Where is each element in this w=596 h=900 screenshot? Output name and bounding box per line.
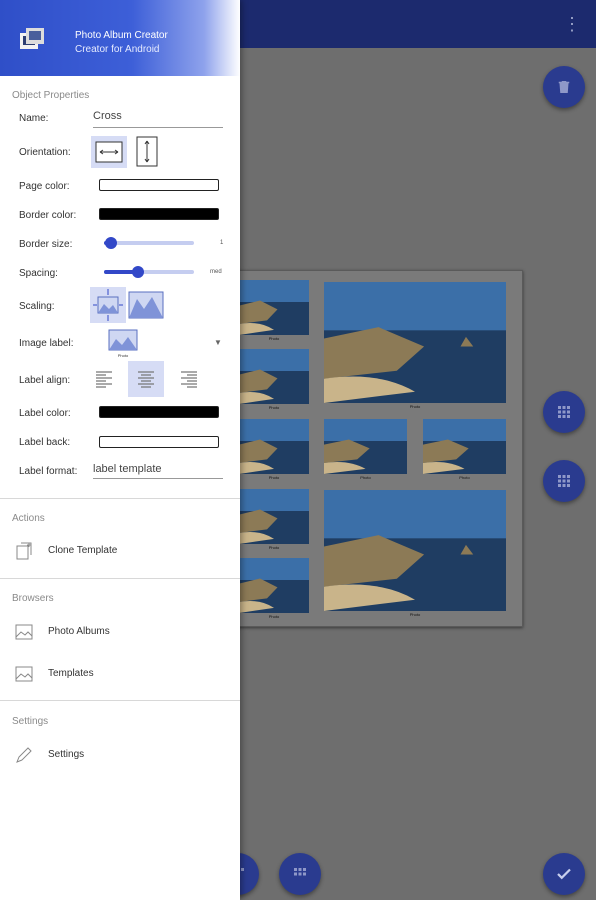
border-size-slider[interactable]	[104, 237, 194, 249]
photo-caption: Photo	[409, 404, 421, 409]
image-icon	[15, 666, 33, 682]
trash-icon	[558, 81, 570, 93]
grid-icon	[558, 475, 570, 487]
photo-caption: Photo	[459, 475, 470, 480]
photo-caption: Photo	[268, 614, 280, 619]
scaling-label: Scaling:	[19, 301, 55, 312]
orientation-vertical-icon	[136, 136, 158, 167]
label-format-field[interactable]: label template	[93, 463, 223, 479]
photo-slot[interactable]	[239, 280, 309, 335]
image-label-dropdown-icon[interactable]: ▼	[214, 338, 222, 347]
pencil-icon	[16, 747, 32, 763]
delete-button[interactable]	[543, 66, 585, 108]
image-label-caption: Photo	[117, 353, 129, 358]
photo-caption: Photo	[409, 612, 421, 617]
image-label-label: Image label:	[19, 338, 74, 349]
section-title-browsers: Browsers	[12, 593, 54, 604]
border-size-value: 1	[220, 240, 224, 246]
image-label-photo-icon	[108, 329, 138, 351]
photo-slot-large[interactable]	[324, 490, 506, 611]
photo-albums-label: Photo Albums	[48, 626, 110, 637]
spacing-slider-thumb[interactable]	[132, 266, 145, 278]
clone-template-item[interactable]: Clone Template	[0, 536, 240, 566]
settings-label: Settings	[48, 749, 85, 760]
section-title-actions: Actions	[12, 513, 45, 524]
align-left-button[interactable]	[86, 361, 122, 397]
border-size-slider-thumb[interactable]	[105, 237, 118, 249]
label-color-label: Label color:	[19, 408, 71, 419]
divider	[0, 578, 240, 579]
name-field[interactable]: Cross	[93, 110, 223, 128]
grid-layout-button-2[interactable]	[543, 460, 585, 502]
orientation-horizontal-icon	[95, 141, 123, 163]
spacing-label: Spacing:	[19, 268, 58, 279]
align-center-button[interactable]	[128, 361, 164, 397]
section-title-settings: Settings	[12, 716, 49, 727]
album-page-preview[interactable]: Photo Photo Photo Photo Photo Photo Phot…	[228, 270, 523, 627]
clone-template-label: Clone Template	[48, 545, 118, 556]
border-color-swatch[interactable]	[99, 208, 219, 220]
align-right-button[interactable]	[171, 361, 207, 397]
scaling-fill-icon	[128, 291, 164, 319]
scaling-fit-icon	[93, 289, 123, 321]
divider	[0, 498, 240, 499]
spacing-value: med	[210, 269, 222, 275]
templates-label: Templates	[48, 668, 94, 679]
app-subtitle: Creator for Android	[75, 44, 160, 55]
section-title-object-properties: Object Properties	[12, 90, 90, 101]
app-root: ⋮ Photo Photo Photo Photo Photo Photo Ph…	[0, 0, 596, 900]
label-align-label: Label align:	[19, 375, 71, 386]
align-center-icon	[138, 371, 154, 388]
navigation-drawer: Photo Album Creator Creator for Android …	[0, 0, 240, 900]
image-icon	[15, 624, 33, 640]
photo-caption: Photo	[268, 405, 280, 410]
photo-albums-item[interactable]: Photo Albums	[0, 617, 240, 647]
app-logo-icon	[20, 28, 44, 49]
page-color-swatch[interactable]	[99, 179, 219, 191]
orientation-vertical-button[interactable]	[129, 136, 165, 168]
border-color-label: Border color:	[19, 210, 77, 221]
name-label: Name:	[19, 113, 49, 124]
grid-layout-button-1[interactable]	[543, 391, 585, 433]
spacing-slider[interactable]	[104, 266, 194, 278]
confirm-button[interactable]	[543, 853, 585, 895]
photo-caption: Photo	[268, 475, 280, 480]
templates-item[interactable]: Templates	[0, 659, 240, 689]
scaling-fit-button[interactable]	[90, 287, 126, 323]
image-label-preview[interactable]: Photo	[108, 329, 138, 359]
photo-caption: Photo	[268, 545, 280, 550]
more-vert-icon[interactable]: ⋮	[562, 14, 582, 34]
photo-caption: Photo	[268, 336, 280, 341]
divider	[0, 700, 240, 701]
photo-slot-large[interactable]	[324, 282, 506, 403]
photo-caption: Photo	[360, 475, 371, 480]
align-right-icon	[181, 371, 197, 388]
align-left-icon	[96, 371, 112, 388]
drawer-header: Photo Album Creator Creator for Android	[0, 0, 240, 76]
photo-slot[interactable]	[324, 419, 407, 474]
photo-slot[interactable]	[239, 349, 309, 404]
clone-icon	[16, 542, 32, 560]
app-title: Photo Album Creator	[75, 30, 168, 41]
page-color-label: Page color:	[19, 181, 70, 192]
photo-slot[interactable]	[423, 419, 506, 474]
grid-layout-button-4[interactable]	[279, 853, 321, 895]
photo-slot[interactable]	[239, 558, 309, 613]
settings-item[interactable]: Settings	[0, 740, 240, 770]
label-back-label: Label back:	[19, 437, 71, 448]
grid-icon	[558, 406, 570, 418]
orientation-label: Orientation:	[19, 147, 71, 158]
photo-slot[interactable]	[239, 419, 309, 474]
orientation-horizontal-button[interactable]	[91, 136, 127, 168]
label-color-swatch[interactable]	[99, 406, 219, 418]
label-format-label: Label format:	[19, 466, 78, 477]
scaling-fill-button[interactable]	[128, 287, 164, 323]
label-back-swatch[interactable]	[99, 436, 219, 448]
check-icon	[557, 868, 571, 880]
photo-slot[interactable]	[239, 489, 309, 544]
grid-icon	[294, 868, 306, 876]
border-size-label: Border size:	[19, 239, 73, 250]
